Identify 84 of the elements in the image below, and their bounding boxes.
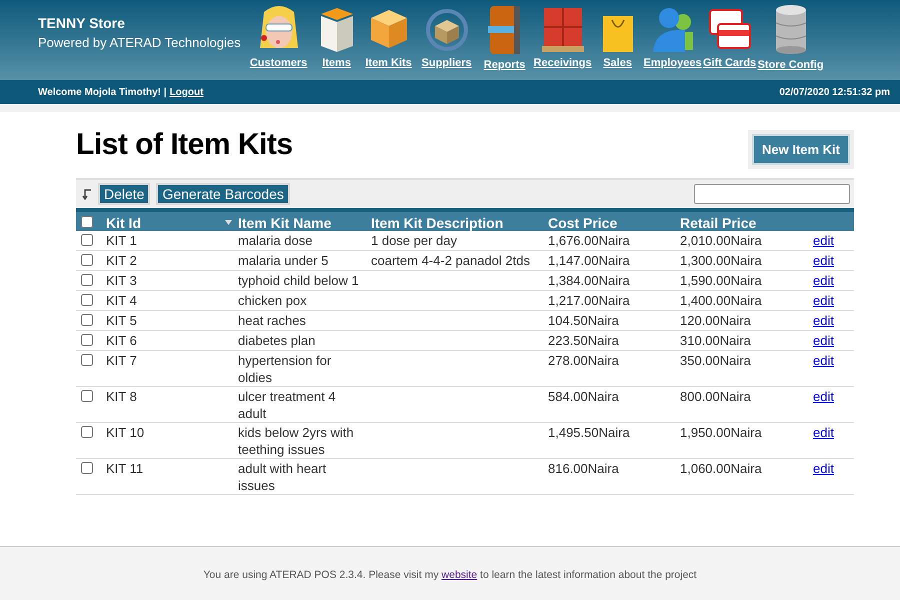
table-cell: typhoid child below 1 xyxy=(238,272,359,289)
edit-link[interactable]: edit xyxy=(813,353,834,368)
footer-text: You are using ATERAD POS 2.3.4. Please visit my website to learn the latest information about the project xyxy=(203,568,697,580)
nav-link[interactable]: Customers xyxy=(246,4,311,71)
edit-link[interactable]: edit xyxy=(813,293,834,308)
nav-link[interactable]: Store Config xyxy=(754,4,827,71)
table-cell: KIT 11 xyxy=(106,461,144,476)
row-checkbox[interactable] xyxy=(81,274,93,286)
edit-link[interactable]: edit xyxy=(813,389,834,404)
table-cell: 223.50Naira xyxy=(548,333,619,348)
edit-link[interactable]: edit xyxy=(813,273,834,288)
table-cell: malaria under 5 xyxy=(238,252,328,269)
table-cell: KIT 4 xyxy=(106,293,137,308)
nav-link[interactable]: Receivings xyxy=(530,4,595,71)
nav-link[interactable]: Suppliers xyxy=(414,4,479,71)
nav-link[interactable]: Employees xyxy=(640,4,705,71)
table-cell: 1,147.00Naira xyxy=(548,253,630,268)
row-checkbox[interactable] xyxy=(81,254,93,266)
table-cell: 1,384.00Naira xyxy=(548,273,630,288)
table-cell: KIT 3 xyxy=(106,273,137,288)
store-name: TENNY Store xyxy=(38,15,125,31)
edit-link[interactable]: edit xyxy=(813,253,834,268)
search-field[interactable] xyxy=(694,184,850,204)
action-button[interactable]: Generate Barcodes xyxy=(156,183,290,205)
table-cell: 2,010.00Naira xyxy=(680,233,762,248)
table-cell-text: adult with heart issues xyxy=(238,460,328,494)
nav-link[interactable]: Reports xyxy=(478,4,531,71)
table-cell: 584.00Naira xyxy=(548,389,619,404)
edit-link[interactable]: edit xyxy=(813,461,834,476)
table-cell: KIT 2 xyxy=(106,253,137,268)
nav-link[interactable]: Item Kits xyxy=(362,4,415,71)
corner-arrow-icon xyxy=(82,188,92,200)
new-item-kit-button[interactable]: New Item Kit xyxy=(752,134,850,164)
table-cell: chicken pox xyxy=(238,292,307,309)
logout-link[interactable]: Logout xyxy=(170,86,204,98)
website-link[interactable]: website xyxy=(442,568,478,580)
table-cell: KIT 5 xyxy=(106,313,137,328)
row-checkbox[interactable] xyxy=(81,334,93,346)
row-checkbox[interactable] xyxy=(81,390,93,402)
nav-link[interactable]: Gift Cards xyxy=(704,4,755,71)
table-cell: KIT 6 xyxy=(106,333,137,348)
row-checkbox[interactable] xyxy=(81,294,93,306)
edit-link[interactable]: edit xyxy=(813,313,834,328)
row-checkbox[interactable] xyxy=(81,314,93,326)
row-checkbox[interactable] xyxy=(81,426,93,438)
nav-link[interactable]: Items xyxy=(310,4,363,71)
table-cell: 120.00Naira xyxy=(680,313,751,328)
table-cell: 1,217.00Naira xyxy=(548,293,630,308)
welcome-text: Welcome Mojola Timothy! | xyxy=(38,86,167,98)
table-cell: heat raches xyxy=(238,312,306,329)
row-checkbox[interactable] xyxy=(81,462,93,474)
table-cell: 1,676.00Naira xyxy=(548,233,630,248)
table-cell: KIT 8 xyxy=(106,389,137,404)
table-cell: 278.00Naira xyxy=(548,353,619,368)
table-cell: KIT 10 xyxy=(106,425,144,440)
sort-down-icon xyxy=(225,220,232,224)
nav-link[interactable]: Sales xyxy=(594,4,641,71)
table-cell: diabetes plan xyxy=(238,332,316,349)
table-cell: 1,950.00Naira xyxy=(680,425,762,440)
row-checkbox[interactable] xyxy=(81,234,93,246)
edit-link[interactable]: edit xyxy=(813,333,834,348)
table-cell: KIT 7 xyxy=(106,353,137,368)
row-checkbox[interactable] xyxy=(81,354,93,366)
table-cell: 1,495.50Naira xyxy=(548,425,630,440)
table-cell: coartem 4-4-2 panadol 2tds xyxy=(371,253,530,268)
edit-link[interactable]: edit xyxy=(813,425,834,440)
table-cell: 104.50Naira xyxy=(548,313,619,328)
table-cell: KIT 1 xyxy=(106,233,137,248)
table-cell: 310.00Naira xyxy=(680,333,751,348)
edit-link[interactable]: edit xyxy=(813,233,834,248)
table-cell: 1 dose per day xyxy=(371,233,458,248)
table-cell: 1,300.00Naira xyxy=(680,253,762,268)
action-button[interactable]: Delete xyxy=(98,183,150,205)
date-time: 02/07/2020 12:51:32 pm xyxy=(779,86,890,98)
table-cell: 1,060.00Naira xyxy=(680,461,762,476)
table-cell: 800.00Naira xyxy=(680,389,751,404)
table-cell: 1,400.00Naira xyxy=(680,293,762,308)
page-title: List of Item Kits xyxy=(76,128,293,162)
select-all-checkbox[interactable] xyxy=(81,216,93,228)
table-cell: 350.00Naira xyxy=(680,353,751,368)
table-cell: 1,590.00Naira xyxy=(680,273,762,288)
table-cell: 816.00Naira xyxy=(548,461,619,476)
table-cell: malaria dose xyxy=(238,232,312,249)
powered-by-text: Powered by ATERAD Technologies xyxy=(38,35,241,51)
